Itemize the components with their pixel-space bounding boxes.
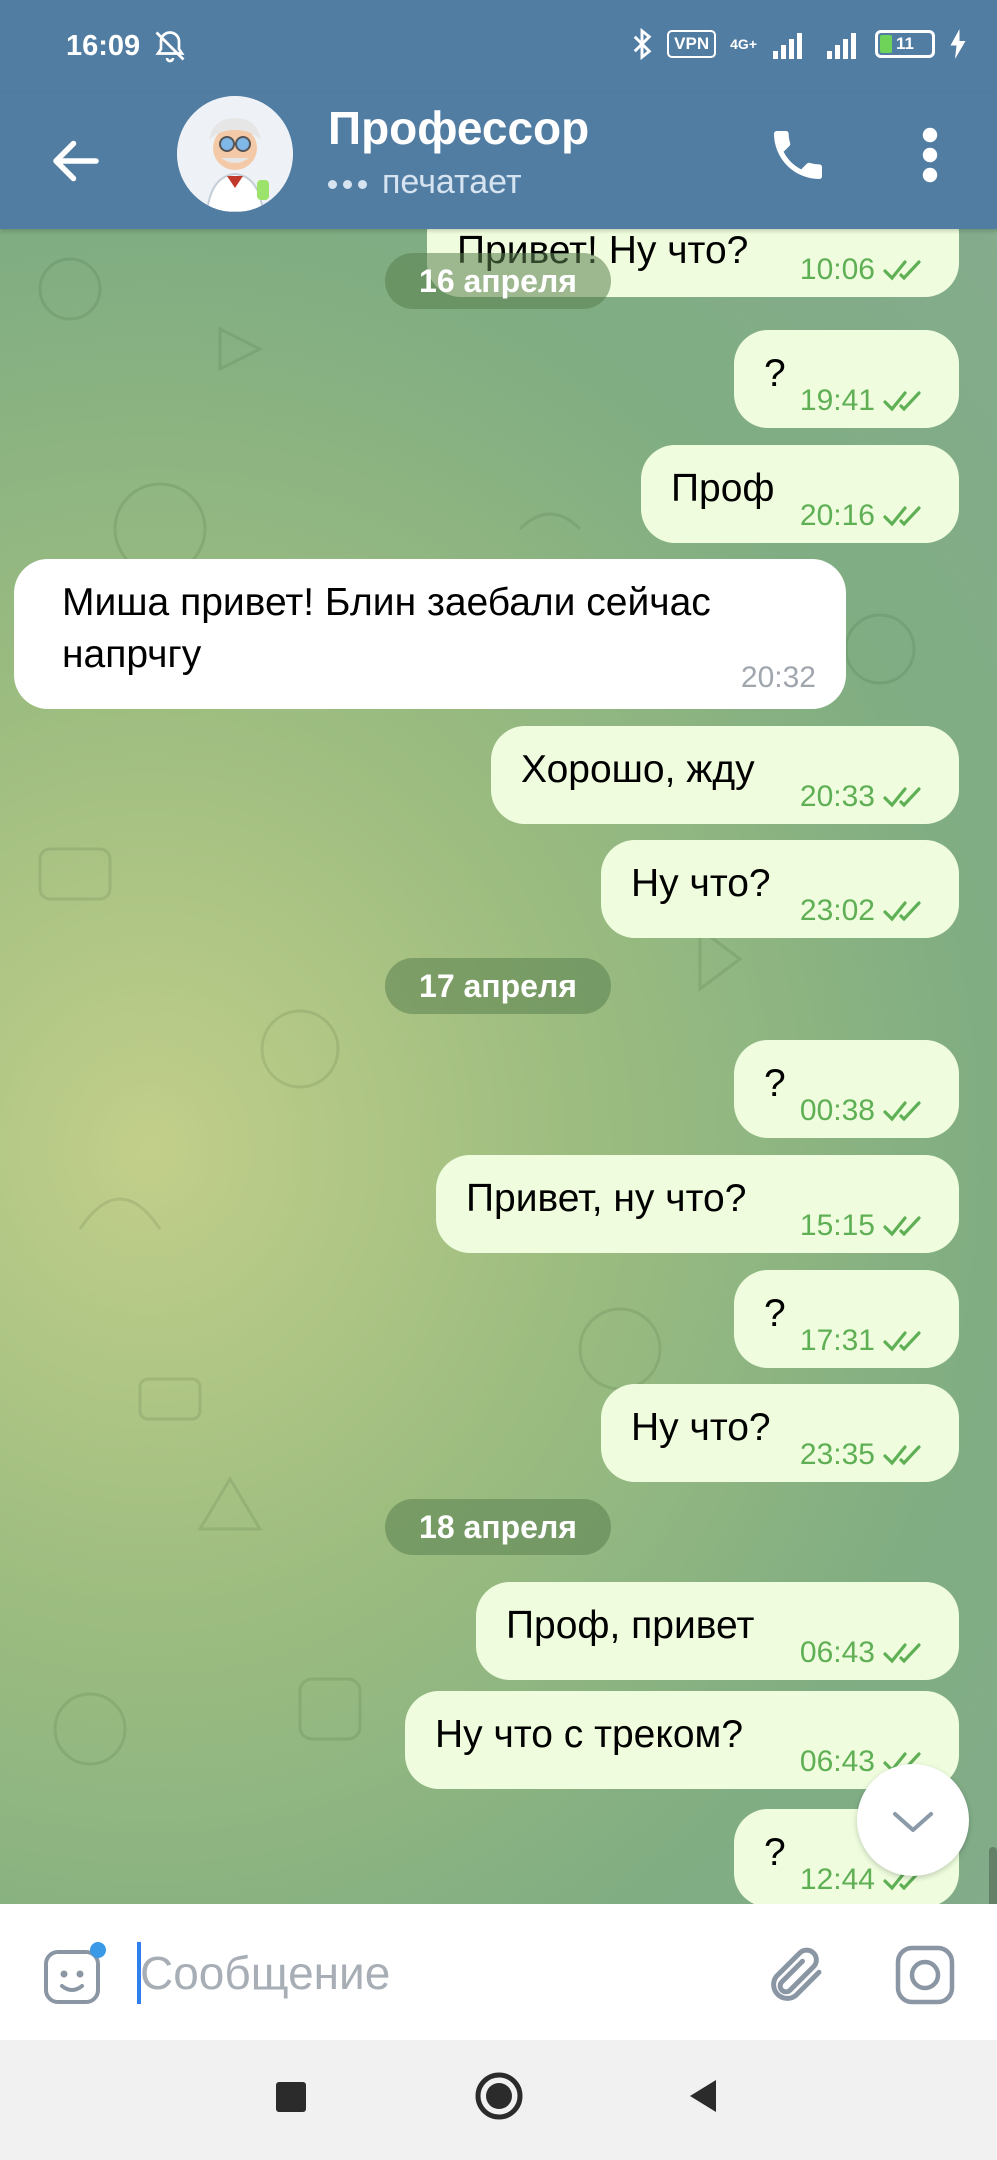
message-bubble-outgoing[interactable]: Ну что? 23:02 (601, 840, 959, 938)
double-check-icon (883, 506, 921, 527)
message-time: 20:33 (799, 780, 875, 813)
double-check-icon (883, 901, 921, 922)
message-time: 20:32 (740, 661, 816, 694)
message-meta: 19:41 (800, 384, 929, 418)
more-vert-icon[interactable] (910, 123, 950, 187)
message-text: Проф, привет (506, 1604, 755, 1647)
home-button-icon[interactable] (473, 2070, 525, 2122)
message-text: ? (764, 1062, 786, 1105)
message-text: Привет, ну что? (466, 1177, 747, 1220)
charging-icon (950, 29, 966, 59)
status-time: 16:09 (66, 30, 141, 62)
muted-bell-icon (155, 31, 185, 63)
message-time: 06:43 (799, 1636, 875, 1669)
double-check-icon (883, 1445, 921, 1466)
battery-level: 11 (896, 34, 914, 53)
message-meta: 20:32 (741, 661, 816, 695)
message-bubble-outgoing[interactable]: Хорошо, жду 20:33 (491, 726, 959, 824)
double-check-icon (883, 1216, 921, 1237)
double-check-icon (883, 1643, 921, 1664)
status-icons: VPN 4G+ 11 (631, 28, 967, 60)
message-text: Ну что? (631, 862, 771, 905)
date-separator: 17 апреля (385, 958, 611, 1014)
double-check-icon (883, 391, 921, 412)
message-text: Ну что? (631, 1406, 771, 1449)
network-type: 4G+ (730, 36, 757, 52)
back-triangle-icon[interactable] (684, 2076, 724, 2116)
emoji-sticker-icon[interactable] (40, 1942, 106, 2008)
message-bubble-outgoing[interactable]: Проф 20:16 (641, 445, 959, 543)
message-meta: 20:16 (800, 499, 929, 533)
date-separator: 18 апреля (385, 1499, 611, 1555)
message-meta: 15:15 (800, 1209, 929, 1243)
message-text: ? (764, 352, 786, 395)
typing-status-text: печатает (382, 163, 522, 201)
message-text: Ну что с треком? (435, 1713, 744, 1756)
message-bubble-outgoing[interactable]: Проф, привет 06:43 (476, 1582, 959, 1680)
signal-icon-2 (827, 33, 856, 59)
recent-apps-button[interactable] (276, 2082, 306, 2112)
double-check-icon (883, 1101, 921, 1122)
message-text: Проф (671, 467, 775, 510)
message-bubble-outgoing[interactable]: Привет, ну что? 15:15 (436, 1155, 959, 1253)
signal-icon (773, 33, 802, 59)
message-text: Хорошо, жду (521, 748, 755, 791)
message-time: 19:41 (799, 384, 875, 417)
typing-dots-icon (328, 177, 372, 191)
professor-avatar-icon (177, 96, 293, 212)
message-meta: 17:31 (800, 1324, 929, 1358)
message-bubble-incoming[interactable]: Миша привет! Блин заебали сейчас напрчгу… (14, 559, 846, 709)
date-separator: 16 апреля (385, 253, 611, 309)
chat-header: Профессор печатает (0, 93, 997, 229)
message-time: 23:35 (799, 1438, 875, 1471)
phone-icon[interactable] (766, 123, 830, 187)
chevron-down-icon (893, 1812, 933, 1832)
message-text-line-2: напрчгу (62, 633, 202, 676)
battery-icon: 11 (875, 30, 935, 58)
message-time: 00:38 (799, 1094, 875, 1127)
paperclip-icon[interactable] (764, 1942, 830, 2008)
camera-icon[interactable] (892, 1942, 958, 2008)
message-time: 23:02 (799, 894, 875, 927)
message-input[interactable] (140, 1940, 740, 2006)
message-time: 15:15 (799, 1209, 875, 1242)
message-meta: 20:33 (800, 780, 929, 814)
bluetooth-icon (633, 28, 652, 60)
system-nav-bar (0, 2040, 997, 2160)
chat-area[interactable]: Привет! Ну что? 10:06 16 апреля ? 19:41 … (0, 229, 997, 1904)
message-input-bar (0, 1904, 997, 2040)
scroll-to-bottom-button[interactable] (857, 1764, 969, 1876)
message-bubble-outgoing[interactable]: ? 17:31 (734, 1270, 959, 1368)
status-bar: 16:09 VPN 4G+ 11 (0, 0, 997, 93)
typing-status: печатает (328, 163, 522, 202)
double-check-icon (883, 787, 921, 808)
vpn-badge: VPN (667, 30, 717, 58)
message-time: 10:06 (799, 253, 875, 286)
message-meta: 00:38 (800, 1094, 929, 1128)
back-arrow-icon[interactable] (46, 131, 106, 191)
message-text: ? (764, 1292, 786, 1335)
message-meta: 23:35 (800, 1438, 929, 1472)
message-bubble-outgoing[interactable]: ? 00:38 (734, 1040, 959, 1138)
scrollbar[interactable] (989, 1847, 997, 1904)
message-meta: 10:06 (800, 253, 929, 287)
message-meta: 23:02 (800, 894, 929, 928)
message-text: ? (764, 1831, 786, 1874)
avatar[interactable] (177, 96, 293, 212)
message-time: 17:31 (799, 1324, 875, 1357)
chat-title[interactable]: Профессор (328, 101, 589, 155)
message-text-line-1: Миша привет! Блин заебали сейчас (62, 581, 711, 624)
double-check-icon (883, 1331, 921, 1352)
message-meta: 06:43 (800, 1636, 929, 1670)
message-bubble-outgoing[interactable]: ? 19:41 (734, 330, 959, 428)
double-check-icon (883, 260, 921, 281)
message-time: 20:16 (799, 499, 875, 532)
message-bubble-outgoing[interactable]: Ну что? 23:35 (601, 1384, 959, 1482)
